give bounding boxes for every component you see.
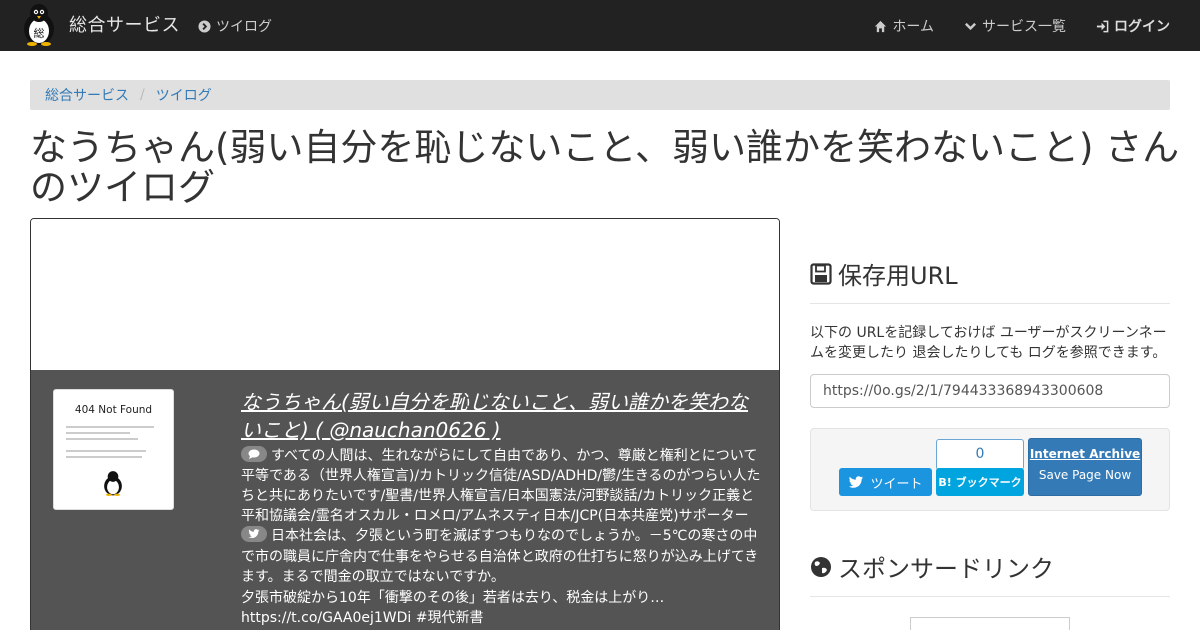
hatena-bookmark-button[interactable]: B! ブックマーク — [936, 468, 1024, 496]
profile-bio: すべての人間は、生れながらにして自由であり、かつ、尊厳と権利とについて平等である… — [241, 446, 766, 526]
sponsor-heading: スポンサードリンク — [810, 549, 1054, 584]
share-box: ツイート 0 B! ブックマーク Internet Archive Save P… — [810, 428, 1170, 511]
save-url-heading: 保存用URL — [810, 256, 958, 291]
chevron-circle-right-icon — [198, 19, 211, 33]
divider — [810, 596, 1170, 597]
nav-home-label[interactable]: ホーム — [892, 16, 934, 36]
brand-link[interactable]: 総 総合サービス — [18, 2, 180, 46]
archive-title[interactable]: Internet Archive — [1029, 447, 1141, 461]
archive-subtitle[interactable]: Save Page Now — [1029, 468, 1141, 482]
breadcrumb: 総合サービス / ツイログ — [30, 80, 1170, 110]
page-title: なうちゃん(弱い自分を恥じないこと、弱い誰かを笑わないこと) さんのツイログ — [30, 126, 1180, 209]
nav-services-label[interactable]: サービス一覧 — [982, 16, 1066, 36]
chevron-down-icon — [965, 22, 976, 30]
thumbnail-title: 404 Not Found — [74, 404, 153, 416]
tweet-text: 日本社会は、夕張という町を滅ぼすつもりなのでしょうか。－5℃の寒さの中で市の職員… — [241, 528, 759, 585]
profile-card: 404 Not Found なうちゃん(弱い自分を恥じないこと、弱い誰かを笑わな… — [30, 218, 780, 630]
login-icon — [1096, 20, 1109, 32]
penguin-logo-icon: 総 — [24, 4, 54, 46]
sponsor-ad-box[interactable] — [910, 617, 1070, 630]
tweet-link[interactable]: https://t.co/GAA0ej1WDi #現代新書 — [241, 608, 766, 628]
profile-thumbnail[interactable]: 404 Not Found — [53, 389, 174, 510]
ad-space — [31, 219, 779, 370]
navbar: 総 総合サービス ツイログ ホーム サービス一覧 ログイン — [0, 0, 1200, 51]
nav-service-label[interactable]: ツイログ — [216, 16, 272, 36]
profile-panel: 404 Not Found なうちゃん(弱い自分を恥じないこと、弱い誰かを笑わな… — [31, 370, 779, 630]
comment-icon — [241, 446, 267, 462]
save-url-heading-text: 保存用URL — [838, 262, 958, 290]
bio-text: すべての人間は、生れながらにして自由であり、かつ、尊厳と権利とについて平等である… — [241, 448, 761, 524]
latest-tweet: 日本社会は、夕張という町を滅ぼすつもりなのでしょうか。－5℃の寒さの中で市の職員… — [241, 526, 766, 588]
tweet-extra-line: 夕張市破綻から10年「衝撃のその後」若者は去り、税金は上がり… — [241, 590, 665, 606]
breadcrumb-item-tweetlog[interactable]: ツイログ — [156, 85, 212, 105]
save-url-field[interactable] — [810, 374, 1170, 408]
save-url-description: 以下の URLを記録しておけば ユーザーがスクリーンネームを変更したり 退会した… — [810, 325, 1167, 361]
floppy-disk-icon — [810, 262, 832, 285]
sponsor-heading-text: スポンサードリンク — [838, 555, 1054, 583]
profile-name-link[interactable]: なうちゃん(弱い自分を恥じないこと、弱い誰かを笑わないこと) ( @naucha… — [241, 388, 766, 444]
brand-label[interactable]: 総合サービス — [69, 11, 180, 37]
nav-login-label[interactable]: ログイン — [1114, 16, 1170, 36]
nav-login[interactable]: ログイン — [1096, 16, 1170, 36]
nav-home[interactable]: ホーム — [874, 16, 934, 36]
nav-right: ホーム サービス一覧 ログイン — [874, 16, 1170, 36]
penguin-logo-icon — [104, 471, 122, 496]
svg-text:総: 総 — [34, 26, 45, 40]
nav-services[interactable]: サービス一覧 — [964, 16, 1066, 36]
divider — [810, 303, 1170, 304]
twitter-bird-icon — [849, 475, 864, 488]
globe-icon — [811, 556, 831, 577]
tweet-extra: 夕張市破綻から10年「衝撃のその後」若者は去り、税金は上がり… https://… — [241, 588, 766, 628]
nav-service-link[interactable]: ツイログ — [198, 16, 272, 36]
hatena-bookmark-count[interactable]: 0 — [936, 439, 1024, 470]
tweet-button[interactable]: ツイート — [839, 468, 932, 496]
twitter-bird-icon — [241, 526, 267, 542]
tweet-button-label[interactable]: ツイート — [870, 473, 922, 492]
breadcrumb-separator: / — [140, 87, 145, 103]
breadcrumb-item-home[interactable]: 総合サービス — [45, 85, 129, 105]
internet-archive-button[interactable]: Internet Archive Save Page Now — [1028, 438, 1142, 496]
home-icon — [875, 20, 887, 32]
